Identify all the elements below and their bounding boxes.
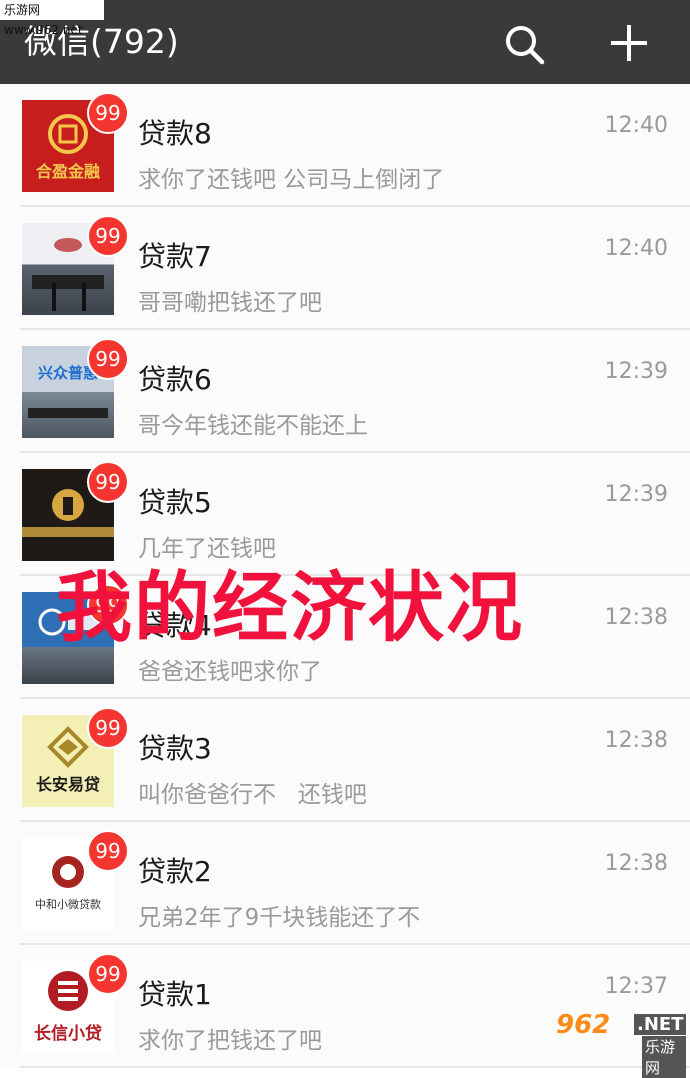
- chat-preview: 叫你爸爸行不 还钱吧: [138, 782, 367, 808]
- chat-time: 12:40: [604, 236, 668, 261]
- unread-badge: 99: [87, 461, 129, 503]
- chat-preview: 求你了把钱还了吧: [138, 1028, 322, 1054]
- chat-time: 12:38: [604, 728, 668, 753]
- site-watermark-top: 乐游网 www.962.net: [0, 0, 104, 37]
- chat-preview: 兄弟2年了9千块钱能还了不: [138, 905, 421, 931]
- site-watermark-bottom: 962 .NET 乐游网: [556, 1010, 687, 1078]
- unread-badge: 99: [87, 830, 129, 872]
- chat-name: 贷款1: [138, 978, 212, 1011]
- unread-badge: 99: [87, 92, 129, 134]
- unread-badge: 99: [87, 953, 129, 995]
- chat-time: 12:39: [604, 359, 668, 384]
- chat-row-loan-2[interactable]: 中和小微贷款 99 贷款2 12:38 兄弟2年了9千块钱能还了不: [0, 822, 690, 945]
- chat-name: 贷款7: [138, 240, 212, 273]
- chat-row-loan-8[interactable]: 合盈金融 99 贷款8 12:40 求你了还钱吧 公司马上倒闭了: [0, 84, 690, 207]
- avatar-label: 合盈金融: [35, 162, 100, 181]
- unread-badge: 99: [87, 338, 129, 380]
- chat-row-loan-6[interactable]: 兴众普惠 99 贷款6 12:39 哥今年钱还能不能还上: [0, 330, 690, 453]
- chat-name: 贷款2: [138, 855, 212, 888]
- search-icon[interactable]: [500, 20, 548, 68]
- chat-name: 贷款8: [138, 117, 212, 150]
- watermark-site-name: 乐游网: [642, 1036, 686, 1078]
- add-icon[interactable]: [604, 18, 654, 68]
- watermark-net: .NET: [634, 1014, 687, 1035]
- chat-row-loan-3[interactable]: 长安易贷 99 贷款3 12:38 叫你爸爸行不 还钱吧: [0, 699, 690, 822]
- chat-preview: 求你了还钱吧 公司马上倒闭了: [138, 167, 445, 193]
- chat-time: 12:38: [604, 851, 668, 876]
- chat-name: 贷款5: [138, 486, 212, 519]
- chat-preview: 哥哥嘞把钱还了吧: [138, 290, 322, 316]
- chat-preview: 爸爸还钱吧求你了: [138, 659, 322, 685]
- overlay-caption: 我的经济状况: [56, 563, 524, 652]
- avatar-label: 长安易贷: [35, 775, 100, 794]
- watermark-number: 962: [556, 1010, 611, 1040]
- unread-badge: 99: [87, 215, 129, 257]
- chat-time: 12:39: [604, 482, 668, 507]
- chat-preview: 哥今年钱还能不能还上: [138, 413, 368, 439]
- avatar-label: 长信小贷: [34, 1024, 102, 1044]
- unread-badge: 99: [87, 707, 129, 749]
- chat-row-loan-7[interactable]: 99 贷款7 12:40 哥哥嘞把钱还了吧: [0, 207, 690, 330]
- chat-time: 12:40: [604, 113, 668, 138]
- chat-name: 贷款6: [138, 363, 212, 396]
- chat-time: 12:37: [604, 974, 668, 999]
- avatar-label: 中和小微贷款: [35, 898, 101, 911]
- chat-name: 贷款3: [138, 732, 212, 765]
